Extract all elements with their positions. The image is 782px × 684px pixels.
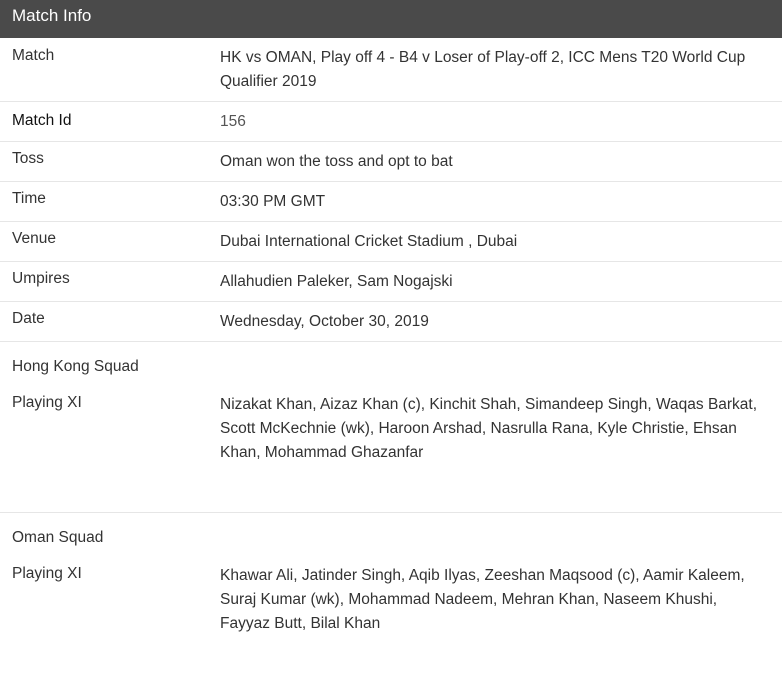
umpires-value: Allahudien Paleker, Sam Nogajski <box>220 273 453 290</box>
oman-playing-xi-label: Playing XI <box>12 565 82 582</box>
hong-kong-playing-xi-label: Playing XI <box>12 394 82 411</box>
venue-value: Dubai International Cricket Stadium , Du… <box>220 233 518 250</box>
toss-value: Oman won the toss and opt to bat <box>220 153 453 170</box>
venue-row: Venue Dubai International Cricket Stadiu… <box>0 222 782 262</box>
match-id-value: 156 <box>220 113 246 130</box>
hong-kong-squad-title: Hong Kong Squad <box>12 358 139 375</box>
date-value: Wednesday, October 30, 2019 <box>220 313 429 330</box>
match-id-label: Match Id <box>12 112 72 129</box>
umpires-row: Umpires Allahudien Paleker, Sam Nogajski <box>0 262 782 302</box>
panel-header: Match Info <box>0 0 782 38</box>
date-label: Date <box>12 310 45 327</box>
match-value: HK vs OMAN, Play off 4 - B4 v Loser of P… <box>220 49 746 90</box>
panel-title: Match Info <box>12 6 92 25</box>
match-label: Match <box>12 47 55 64</box>
hong-kong-squad-section: Hong Kong Squad Playing XI Nizakat Khan,… <box>0 342 782 513</box>
match-info-panel: Match Info Match HK vs OMAN, Play off 4 … <box>0 0 782 683</box>
match-row: Match HK vs OMAN, Play off 4 - B4 v Lose… <box>0 38 782 102</box>
time-label: Time <box>12 190 46 207</box>
time-value: 03:30 PM GMT <box>220 193 326 210</box>
oman-squad-title: Oman Squad <box>12 529 104 546</box>
date-row: Date Wednesday, October 30, 2019 <box>0 302 782 342</box>
toss-row: Toss Oman won the toss and opt to bat <box>0 142 782 182</box>
oman-playing-xi-list: Khawar Ali, Jatinder Singh, Aqib Ilyas, … <box>220 567 745 632</box>
toss-label: Toss <box>12 150 44 167</box>
oman-squad-section: Oman Squad Playing XI Khawar Ali, Jatind… <box>0 513 782 684</box>
venue-label: Venue <box>12 230 56 247</box>
umpires-label: Umpires <box>12 270 70 287</box>
match-id-row: Match Id 156 <box>0 102 782 142</box>
time-row: Time 03:30 PM GMT <box>0 182 782 222</box>
hong-kong-playing-xi-list: Nizakat Khan, Aizaz Khan (c), Kinchit Sh… <box>220 396 758 461</box>
